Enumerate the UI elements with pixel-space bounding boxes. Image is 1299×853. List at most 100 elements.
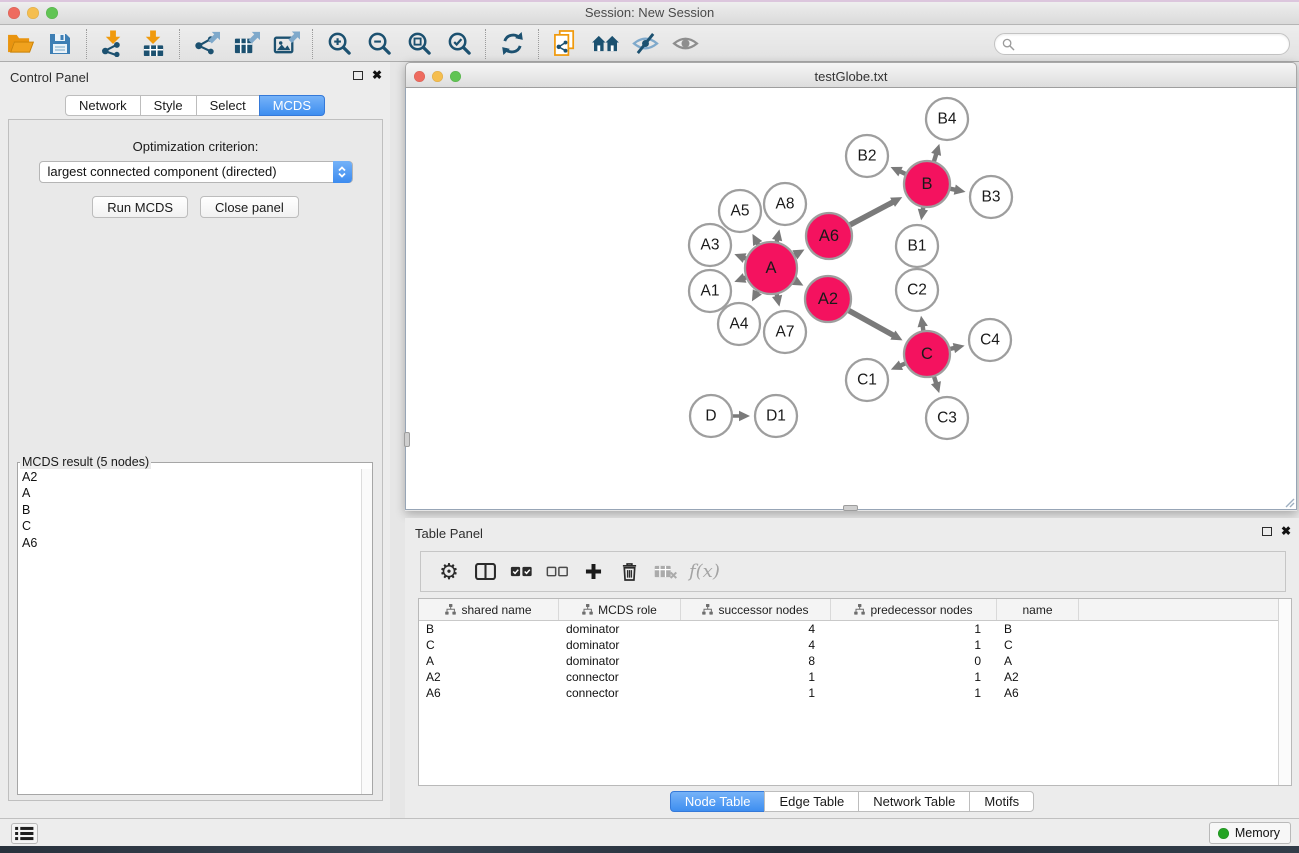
- tab-network[interactable]: Network: [65, 95, 141, 116]
- new-network-from-selection-icon[interactable]: [548, 28, 582, 60]
- refresh-icon[interactable]: [495, 28, 529, 60]
- splitter-handle-left[interactable]: [404, 432, 410, 447]
- toolbar-separator: [538, 29, 539, 59]
- tab-edge-table[interactable]: Edge Table: [764, 791, 859, 812]
- network-window-titlebar[interactable]: testGlobe.txt: [405, 62, 1297, 88]
- mcds-result-list[interactable]: A2ABCA6: [18, 469, 372, 794]
- graph-node-label-D: D: [705, 408, 716, 425]
- tab-style[interactable]: Style: [140, 95, 197, 116]
- list-scrollbar[interactable]: [361, 469, 372, 794]
- export-image-icon[interactable]: [269, 28, 303, 60]
- column-header-name[interactable]: name: [997, 599, 1079, 620]
- search-input[interactable]: [1019, 37, 1289, 51]
- control-panel: Control Panel ✖ NetworkStyleSelectMCDS O…: [0, 62, 390, 818]
- close-table-panel-icon[interactable]: ✖: [1281, 526, 1291, 536]
- column-label: MCDS role: [598, 603, 657, 617]
- table-row[interactable]: Bdominator41B: [419, 621, 1291, 637]
- column-header-successor-nodes[interactable]: successor nodes: [681, 599, 831, 620]
- node-table[interactable]: shared name MCDS role successor nodesprede…: [418, 598, 1292, 786]
- export-table-icon[interactable]: [229, 28, 263, 60]
- graph-node-label-A2: A2: [818, 290, 838, 308]
- search-icon: [1002, 38, 1015, 51]
- table-panel-title: Table Panel: [415, 526, 483, 541]
- table-body: Bdominator41BCdominator41CAdominator80AA…: [419, 621, 1291, 701]
- table-header: shared name MCDS role successor nodesprede…: [419, 599, 1291, 621]
- table-row[interactable]: Adominator80A: [419, 653, 1291, 669]
- network-graph[interactable]: AA1A2A3A4A5A6A7A8BB1B2B3B4CC1C2C3C4DD1: [406, 88, 1296, 509]
- list-icon: [15, 826, 34, 841]
- search-box[interactable]: [994, 33, 1290, 55]
- graph-node-label-A5: A5: [731, 203, 750, 220]
- task-history-button[interactable]: [11, 823, 38, 844]
- select-all-icon[interactable]: [503, 555, 539, 589]
- splitter-handle-bottom[interactable]: [843, 505, 858, 511]
- close-panel-button[interactable]: Close panel: [200, 196, 299, 218]
- add-icon[interactable]: [575, 555, 611, 589]
- resize-grip-icon[interactable]: [1283, 496, 1295, 508]
- show-all-icon[interactable]: [668, 28, 702, 60]
- cell-name: A: [997, 653, 1079, 669]
- gear-icon[interactable]: ⚙: [431, 555, 467, 589]
- mcds-result-item[interactable]: B: [18, 502, 372, 518]
- open-session-icon[interactable]: [3, 28, 37, 60]
- column-type-icon: [702, 604, 713, 615]
- save-session-icon[interactable]: [43, 28, 77, 60]
- graph-node-label-B3: B3: [982, 189, 1001, 206]
- criterion-dropdown[interactable]: largest connected component (directed): [39, 161, 353, 183]
- tab-mcds[interactable]: MCDS: [259, 95, 325, 116]
- mcds-result-box: MCDS result (5 nodes) A2ABCA6: [17, 455, 373, 795]
- mcds-result-item[interactable]: A6: [18, 535, 372, 551]
- mcds-result-item[interactable]: A2: [18, 469, 372, 485]
- main-toolbar: [0, 26, 1299, 62]
- zoom-selected-icon[interactable]: [442, 28, 476, 60]
- run-mcds-button[interactable]: Run MCDS: [92, 196, 188, 218]
- tab-select[interactable]: Select: [196, 95, 260, 116]
- mcds-result-item[interactable]: A: [18, 485, 372, 501]
- cell-shared-name: A6: [419, 685, 559, 701]
- column-label: shared name: [461, 603, 531, 617]
- hide-selected-icon[interactable]: [628, 28, 662, 60]
- zoom-in-icon[interactable]: [322, 28, 356, 60]
- desktop-background: [0, 846, 1299, 853]
- import-table-icon[interactable]: [136, 28, 170, 60]
- export-network-icon[interactable]: [189, 28, 223, 60]
- zoom-out-icon[interactable]: [362, 28, 396, 60]
- tab-network-table[interactable]: Network Table: [858, 791, 970, 812]
- graph-node-label-A7: A7: [776, 324, 795, 341]
- optimization-criterion-label: Optimization criterion:: [9, 139, 382, 154]
- cell-name: C: [997, 637, 1079, 653]
- graph-node-label-A1: A1: [701, 283, 720, 300]
- cell-mcds-role: connector: [559, 669, 681, 685]
- column-header-shared-name[interactable]: shared name: [419, 599, 559, 620]
- tab-node-table[interactable]: Node Table: [670, 791, 766, 812]
- main-area: Control Panel ✖ NetworkStyleSelectMCDS O…: [0, 62, 1299, 818]
- table-row[interactable]: Cdominator41C: [419, 637, 1291, 653]
- column-header-mcds-role[interactable]: MCDS role: [559, 599, 681, 620]
- table-row[interactable]: A2connector11A2: [419, 669, 1291, 685]
- close-panel-icon[interactable]: ✖: [372, 70, 382, 80]
- first-neighbors-icon[interactable]: [588, 28, 622, 60]
- column-header-predecessor-nodes[interactable]: predecessor nodes: [831, 599, 997, 620]
- cell-name: B: [997, 621, 1079, 637]
- memory-button[interactable]: Memory: [1209, 822, 1291, 844]
- float-table-panel-icon[interactable]: [1262, 527, 1272, 536]
- toolbar-separator: [312, 29, 313, 59]
- table-row[interactable]: A6connector11A6: [419, 685, 1291, 701]
- network-window-title: testGlobe.txt: [406, 69, 1296, 84]
- graph-node-label-C3: C3: [937, 410, 957, 427]
- columns-icon[interactable]: [467, 555, 503, 589]
- zoom-fit-icon[interactable]: [402, 28, 436, 60]
- import-network-icon[interactable]: [96, 28, 130, 60]
- graph-node-label-D1: D1: [766, 408, 786, 425]
- tab-motifs[interactable]: Motifs: [969, 791, 1034, 812]
- trash-icon[interactable]: [611, 555, 647, 589]
- graph-arrowhead: [772, 295, 782, 307]
- float-panel-icon[interactable]: [353, 71, 363, 80]
- graph-node-label-C4: C4: [980, 332, 1000, 349]
- graph-node-label-B1: B1: [908, 238, 927, 255]
- graph-node-label-C1: C1: [857, 372, 877, 389]
- mcds-result-item[interactable]: C: [18, 518, 372, 534]
- network-canvas[interactable]: AA1A2A3A4A5A6A7A8BB1B2B3B4CC1C2C3C4DD1: [405, 88, 1297, 510]
- deselect-all-icon[interactable]: [539, 555, 575, 589]
- table-scrollbar[interactable]: [1278, 599, 1291, 785]
